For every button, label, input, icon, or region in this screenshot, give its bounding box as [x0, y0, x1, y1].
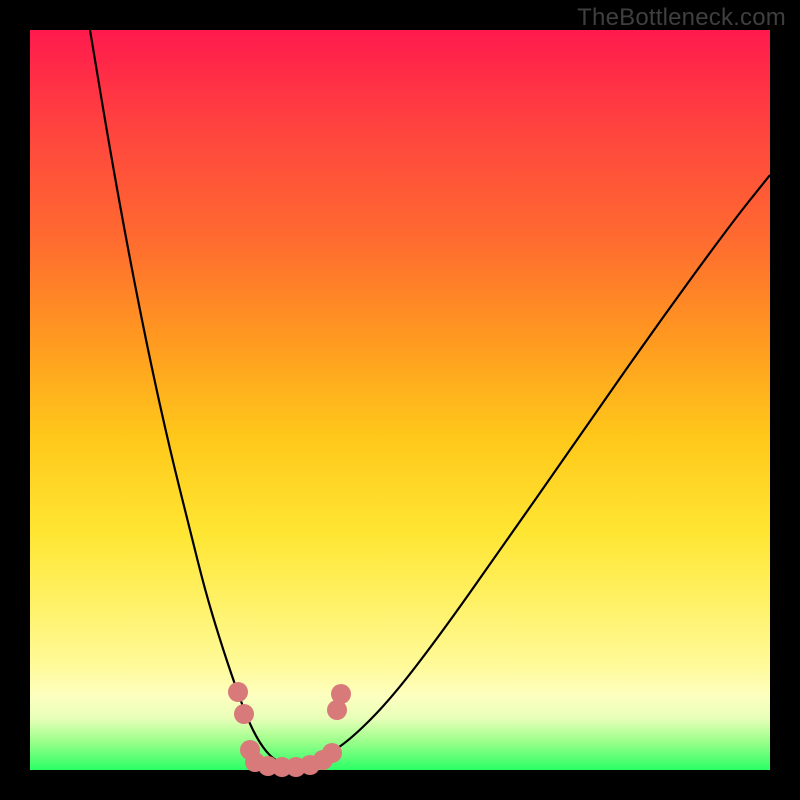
highlight-dot [234, 704, 254, 724]
plot-area [30, 30, 770, 770]
bottleneck-curve [90, 30, 770, 765]
highlight-dot [322, 743, 342, 763]
chart-frame: TheBottleneck.com [0, 0, 800, 800]
watermark-text: TheBottleneck.com [577, 4, 786, 32]
highlight-dots [228, 682, 351, 777]
chart-svg [30, 30, 770, 770]
highlight-dot [228, 682, 248, 702]
highlight-dot [331, 684, 351, 704]
